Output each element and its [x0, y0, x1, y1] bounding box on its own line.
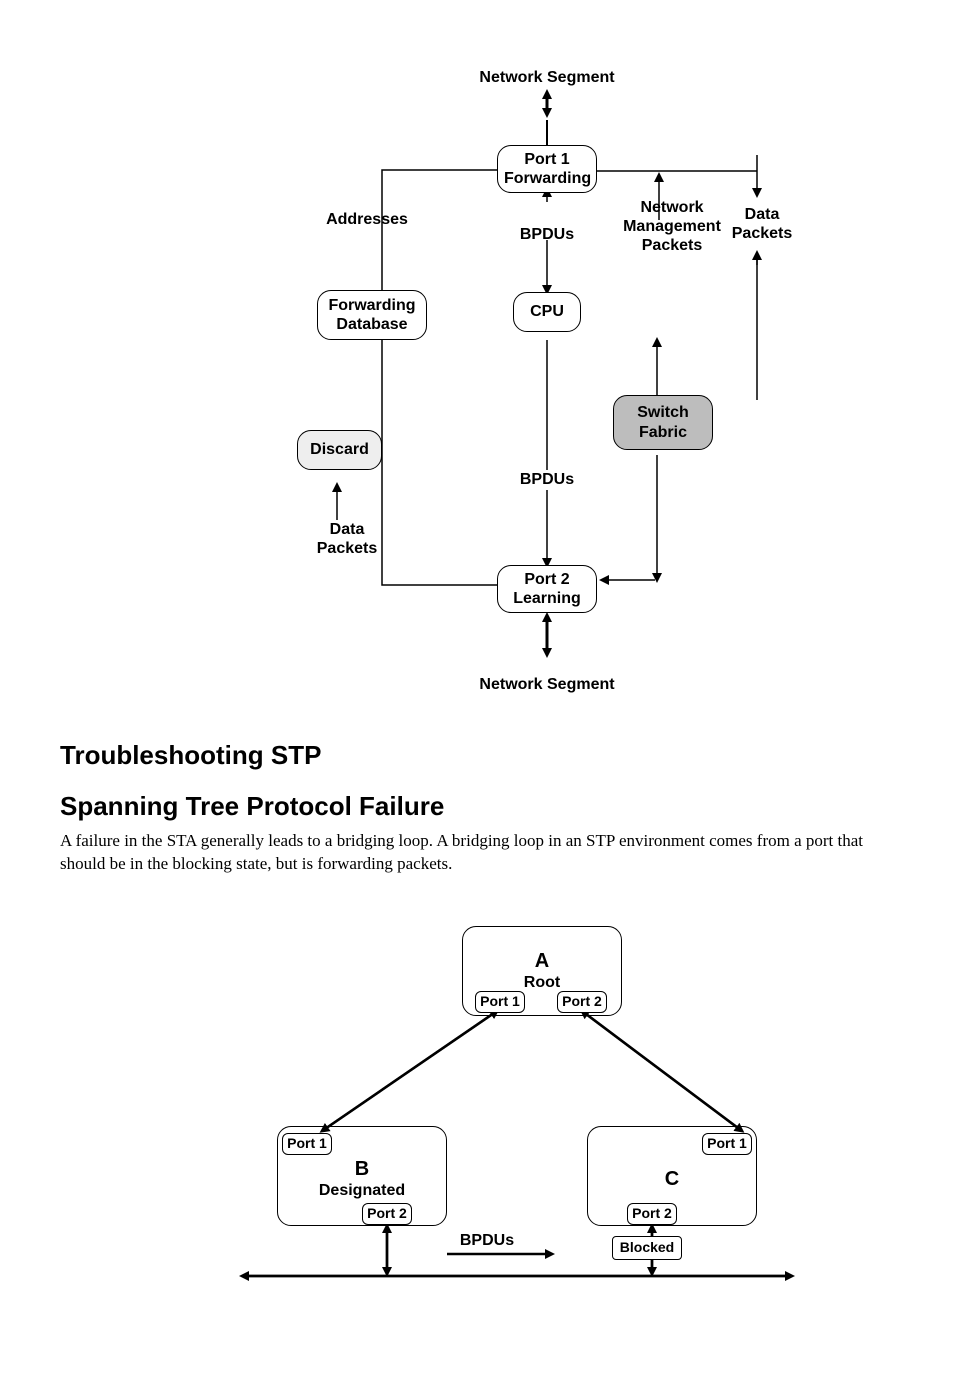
- stp-failure-paragraph: A failure in the STA generally leads to …: [60, 830, 894, 876]
- switch-b-role: Designated: [284, 1181, 440, 1200]
- switch-a-port1: Port 1: [475, 991, 525, 1013]
- switch-fabric-node: Switch Fabric: [613, 395, 713, 450]
- port1-forwarding-node: Port 1 Forwarding: [497, 145, 597, 193]
- diagram1-lines: [157, 40, 797, 700]
- switch-b-port1: Port 1: [282, 1133, 332, 1155]
- switch-b-port2: Port 2: [362, 1203, 412, 1225]
- forwarding-database-node: Forwarding Database: [317, 290, 427, 340]
- cpu-node: CPU: [513, 292, 581, 332]
- switch-a-letter: A: [469, 949, 615, 973]
- switch-c-port2: Port 2: [627, 1203, 677, 1225]
- switch-a-role: Root: [469, 973, 615, 992]
- data-packets-top-label: Data Packets: [727, 205, 797, 243]
- switch-b-letter: B: [284, 1157, 440, 1181]
- nm-packets-label: Network Management Packets: [617, 198, 727, 256]
- switch-c-letter: C: [594, 1167, 750, 1191]
- top-network-segment-label: Network Segment: [467, 68, 627, 87]
- bpdus-bottom-label: BPDUs: [517, 470, 577, 489]
- blocked-label-box: Blocked: [612, 1236, 682, 1260]
- discard-node: Discard: [297, 430, 382, 470]
- port2-learning-node: Port 2 Learning: [497, 565, 597, 613]
- port1-line1: Port 1: [504, 150, 590, 169]
- port1-line2: Forwarding: [504, 169, 590, 188]
- addresses-label: Addresses: [317, 210, 417, 229]
- bottom-network-segment-label: Network Segment: [467, 675, 627, 694]
- data-packets-bottom-label: Data Packets: [312, 520, 382, 558]
- bpdus-top-label: BPDUs: [517, 225, 577, 244]
- stp-failure-heading: Spanning Tree Protocol Failure: [60, 791, 894, 822]
- switch-a-port2: Port 2: [557, 991, 607, 1013]
- stp-switch-flow-diagram: Network Segment Port 1 Forwarding Addres…: [157, 40, 797, 700]
- switch-c-port1: Port 1: [702, 1133, 752, 1155]
- bpdus-arrow-label: BPDUs: [447, 1231, 527, 1250]
- stp-topology-diagram: A Root Port 1 Port 2 B Designated Port 1…: [157, 896, 797, 1296]
- troubleshooting-stp-heading: Troubleshooting STP: [60, 740, 894, 771]
